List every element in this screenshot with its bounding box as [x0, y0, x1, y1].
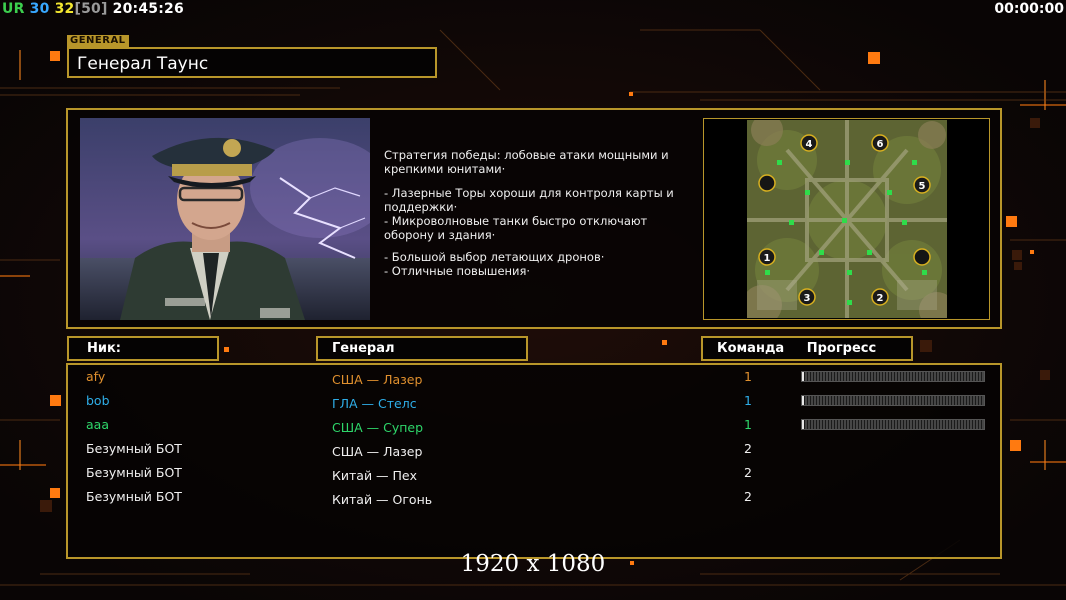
player-progress-fill — [802, 396, 804, 405]
strategy-list-2: - Большой выбор летающих дронов· - Отлич… — [384, 250, 700, 278]
players-list: afy США — Лазер 1 bob ГЛА — Стелс 1 aaa … — [66, 363, 1002, 559]
map-slot-5: 5 — [919, 181, 926, 192]
strategy-bullet: - Микроволновые танки быстро отключают о… — [384, 214, 648, 242]
hud-clock: 20:45:26 — [112, 1, 184, 17]
column-header-team-progress: Команда Прогресс — [701, 336, 913, 361]
strategy-intro: Стратегия победы: лобовые атаки мощными … — [384, 148, 669, 176]
hud-target-fps: 32 — [54, 1, 75, 17]
strategy-bullet: - Лазерные Торы хороши для контроля карт… — [384, 186, 674, 214]
player-row[interactable]: Безумный БОТ Китай — Пех 2 — [68, 463, 1004, 487]
player-progress-bar — [801, 371, 985, 382]
player-team: 1 — [744, 417, 752, 432]
column-header-progress: Прогресс — [806, 341, 877, 356]
player-nick: aaa — [86, 417, 109, 432]
hud-fps: 30 — [29, 1, 50, 17]
player-nick: afy — [86, 369, 106, 384]
player-row[interactable]: afy США — Лазер 1 — [68, 367, 1004, 391]
general-portrait-image — [80, 118, 370, 320]
player-general: США — Супер — [332, 420, 424, 435]
map-slot-4: 4 — [806, 139, 813, 150]
column-header-nick: Ник: — [67, 336, 219, 361]
player-nick: bob — [86, 393, 110, 408]
strategy-description: Стратегия победы: лобовые атаки мощными … — [384, 148, 700, 286]
hud-ur-label: UR — [2, 1, 25, 17]
map-preview: 1 2 3 4 5 6 — [703, 118, 990, 320]
player-progress-fill — [802, 420, 804, 429]
player-general: Китай — Пех — [332, 468, 417, 483]
hud-bracket: [50] — [74, 1, 108, 17]
player-progress-fill — [802, 372, 804, 381]
resolution-label: 1920 x 1080 — [460, 551, 606, 577]
map-slot-2: 2 — [877, 293, 884, 304]
player-general: США — Лазер — [332, 444, 423, 459]
general-title-box: Генерал Таунс — [67, 47, 437, 78]
player-team: 2 — [744, 465, 752, 480]
player-general: ГЛА — Стелс — [332, 396, 417, 411]
player-nick: Безумный БОТ — [86, 465, 182, 480]
map-slot-6: 6 — [877, 139, 884, 150]
general-portrait — [80, 118, 370, 320]
player-row[interactable]: Безумный БОТ США — Лазер 2 — [68, 439, 1004, 463]
map-slot-3: 3 — [804, 293, 811, 304]
player-row[interactable]: bob ГЛА — Стелс 1 — [68, 391, 1004, 415]
player-general: США — Лазер — [332, 372, 423, 387]
player-team: 2 — [744, 441, 752, 456]
player-row[interactable]: Безумный БОТ Китай — Огонь 2 — [68, 487, 1004, 511]
player-nick: Безумный БОТ — [86, 489, 182, 504]
general-tag: GENERAL — [67, 35, 129, 47]
strategy-bullet: - Большой выбор летающих дронов· — [384, 250, 605, 264]
player-team: 1 — [744, 393, 752, 408]
minimap-image: 1 2 3 4 5 6 — [747, 120, 947, 318]
column-header-general: Генерал — [316, 336, 528, 361]
strategy-bullet: - Отличные повышения· — [384, 264, 531, 278]
strategy-list-1: - Лазерные Торы хороши для контроля карт… — [384, 186, 700, 242]
hud-stats: UR 30 32[50] 20:45:26 — [2, 1, 184, 17]
player-general: Китай — Огонь — [332, 492, 433, 507]
general-name: Генерал Таунс — [77, 54, 209, 74]
player-team: 2 — [744, 489, 752, 504]
map-slot-1: 1 — [764, 253, 771, 264]
player-team: 1 — [744, 369, 752, 384]
player-row[interactable]: aaa США — Супер 1 — [68, 415, 1004, 439]
player-progress-bar — [801, 419, 985, 430]
player-nick: Безумный БОТ — [86, 441, 182, 456]
game-timer: 00:00:00 — [994, 1, 1064, 17]
column-header-team: Команда — [717, 341, 785, 356]
player-progress-bar — [801, 395, 985, 406]
